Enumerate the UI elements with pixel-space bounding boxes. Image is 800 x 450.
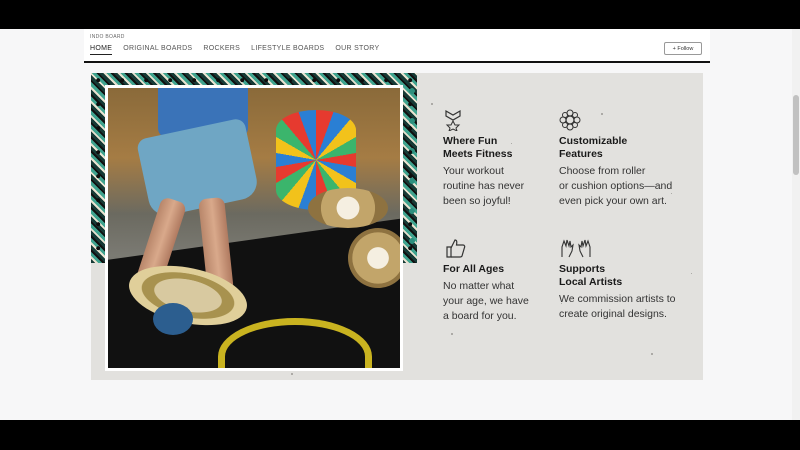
wood-board-disk: [308, 188, 388, 228]
page-viewport: INDO BOARD HOME ORIGINAL BOARDS ROCKERS …: [0, 29, 800, 420]
hero-photo: [105, 85, 403, 371]
feature-description: Choose from roller or cushion options—an…: [559, 165, 673, 207]
thumbs-up-icon: [446, 239, 466, 258]
hero-section: Where Fun Meets Fitness Your workout rou…: [91, 73, 703, 380]
raised-hands-icon: [561, 239, 591, 258]
header-divider: [84, 61, 710, 63]
feature-title: Customizable Features: [559, 135, 628, 160]
nav-our-story[interactable]: OUR STORY: [335, 45, 379, 55]
person-shorts: [135, 117, 261, 219]
gear-flower-icon: [559, 109, 581, 131]
scrollbar-thumb[interactable]: [793, 95, 799, 175]
site-header: INDO BOARD HOME ORIGINAL BOARDS ROCKERS …: [84, 29, 710, 63]
site-brand[interactable]: INDO BOARD: [90, 34, 125, 40]
nav-home[interactable]: HOME: [90, 45, 113, 55]
feature-local-artists: Supports Local Artists We commission art…: [559, 237, 699, 322]
nav-rockers[interactable]: ROCKERS: [203, 45, 240, 55]
follow-button[interactable]: + Follow: [664, 42, 702, 55]
page-scrollbar[interactable]: [792, 29, 800, 420]
nav-lifestyle-boards[interactable]: LIFESTYLE BOARDS: [251, 45, 324, 55]
feature-description: We commission artists to create original…: [559, 293, 676, 320]
main-nav: HOME ORIGINAL BOARDS ROCKERS LIFESTYLE B…: [90, 45, 379, 55]
nav-original-boards[interactable]: ORIGINAL BOARDS: [123, 45, 192, 55]
feature-title: Supports Local Artists: [559, 263, 623, 288]
balance-board-photo: [108, 88, 400, 368]
features-grid: Where Fun Meets Fitness Your workout rou…: [443, 109, 703, 369]
feature-customizable: Customizable Features Choose from roller…: [559, 109, 699, 209]
board-roller: [153, 303, 193, 335]
cushion-disk: [348, 228, 400, 288]
chevron-badge-icon: [445, 109, 461, 131]
